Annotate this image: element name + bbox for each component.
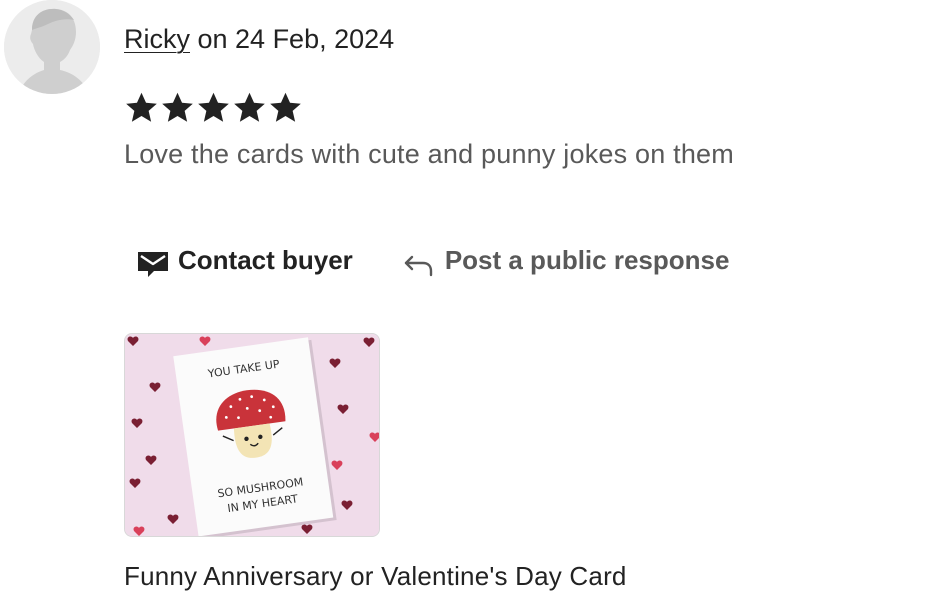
reply-arrow-icon (404, 255, 433, 277)
review-actions: Contact buyer Post a public response (136, 240, 729, 280)
star-icon (162, 92, 193, 122)
review-header: Ricky on 24 Feb, 2024 (124, 20, 394, 58)
star-icon (234, 92, 265, 122)
star-icon (126, 92, 157, 122)
star-icon (270, 92, 301, 122)
product-title[interactable]: Funny Anniversary or Valentine's Day Car… (124, 557, 627, 595)
avatar (4, 0, 100, 94)
post-public-response-button[interactable]: Post a public response (403, 241, 730, 279)
product-image[interactable]: YOU TAKE UP SO MUSHROOM IN MY HEART (124, 333, 380, 537)
review-date: on 24 Feb, 2024 (190, 24, 395, 54)
envelope-icon (138, 252, 168, 277)
product-photo: YOU TAKE UP SO MUSHROOM IN MY HEART (125, 334, 379, 536)
person-silhouette-icon (4, 0, 100, 94)
review-text: Love the cards with cute and punny jokes… (124, 139, 734, 169)
reviewer-name-link[interactable]: Ricky (124, 24, 190, 54)
star-rating (124, 88, 303, 128)
contact-buyer-button[interactable]: Contact buyer (136, 241, 353, 279)
post-response-label: Post a public response (444, 245, 730, 275)
contact-buyer-label: Contact buyer (178, 245, 353, 275)
star-icon (198, 92, 229, 122)
